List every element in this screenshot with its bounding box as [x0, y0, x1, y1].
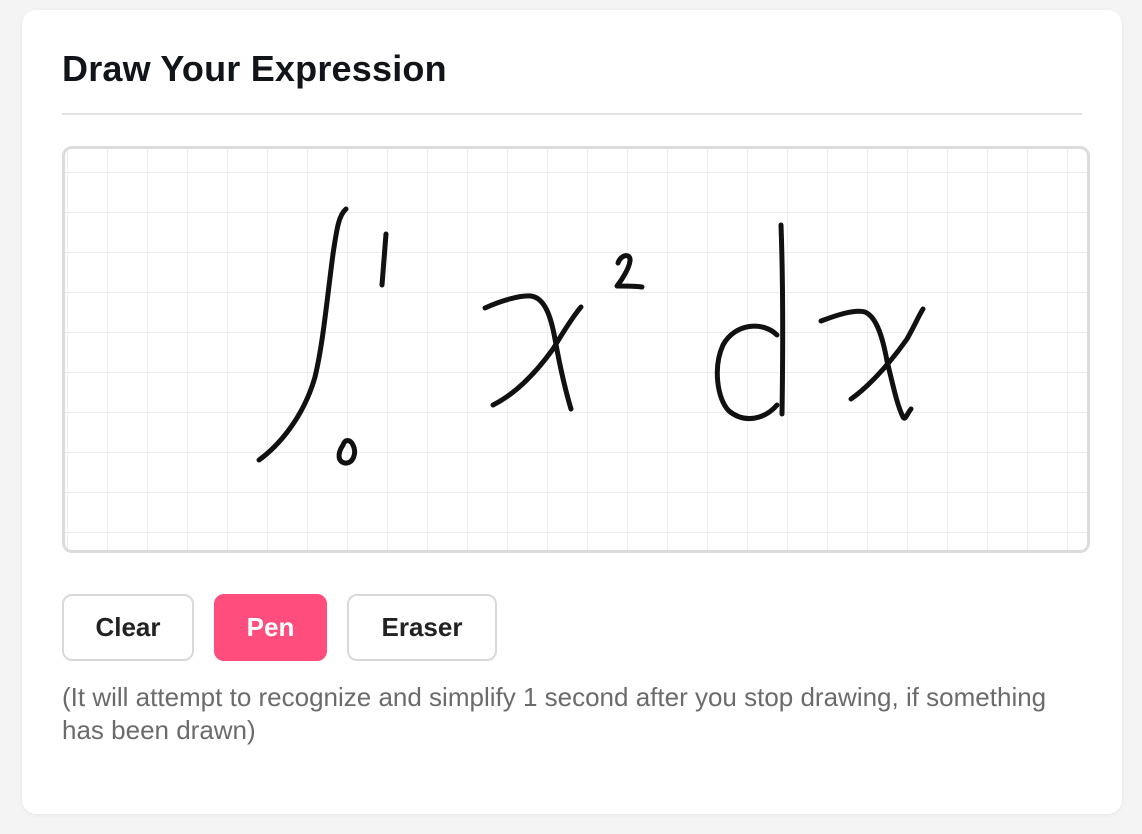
expression-card: Draw Your Expression Clear Pen Eraser (I…	[22, 10, 1122, 814]
canvas-grid	[65, 149, 1087, 550]
page-title: Draw Your Expression	[62, 48, 447, 89]
canvas-surface[interactable]	[65, 149, 1087, 550]
pen-button[interactable]: Pen	[214, 594, 327, 661]
drawing-canvas[interactable]	[62, 146, 1090, 553]
eraser-button[interactable]: Eraser	[347, 594, 497, 661]
stroke-d-stem	[778, 222, 786, 417]
recognition-hint: (It will attempt to recognize and simpli…	[62, 682, 1047, 745]
clear-button[interactable]: Clear	[62, 594, 194, 661]
title-divider	[62, 113, 1082, 115]
